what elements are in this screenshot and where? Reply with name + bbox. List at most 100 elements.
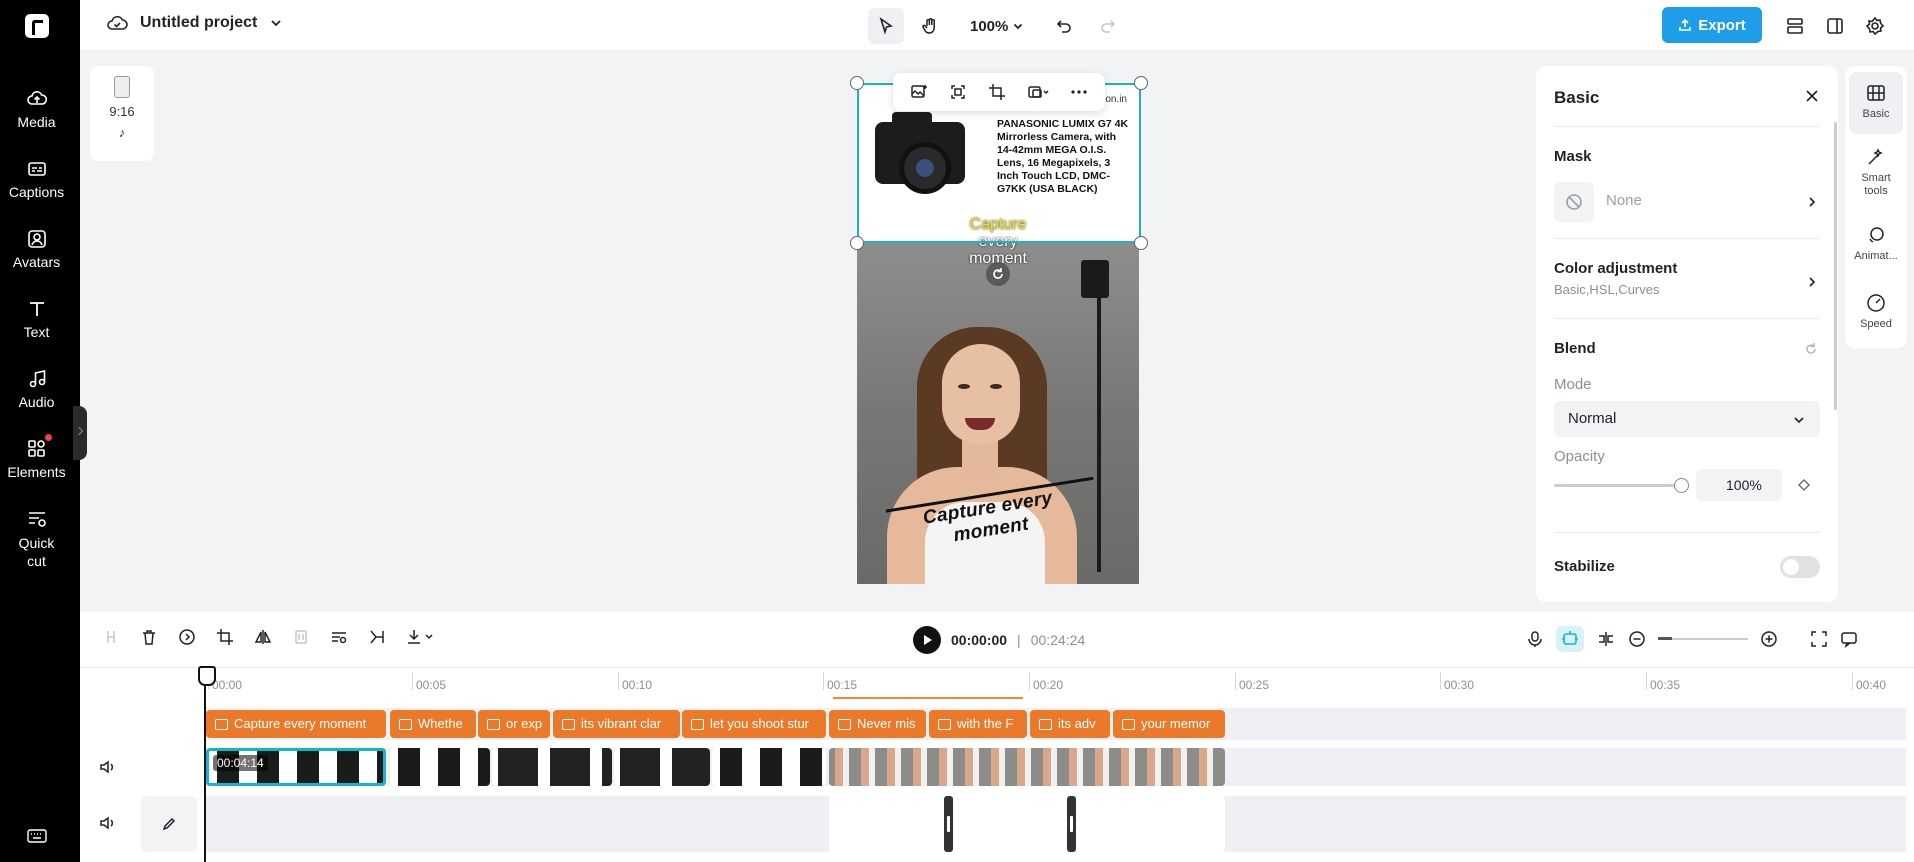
- tab-basic[interactable]: Basic: [1849, 72, 1903, 134]
- speaker-icon[interactable]: [98, 758, 116, 776]
- settings-button[interactable]: [1857, 8, 1893, 44]
- speaker-icon[interactable]: [98, 814, 116, 832]
- resize-handle-top-left[interactable]: [850, 76, 864, 90]
- adjust-icon[interactable]: [330, 628, 348, 646]
- caption-clip[interactable]: its adv: [1030, 710, 1110, 738]
- ruler-tick: 00:40: [1851, 672, 1887, 692]
- opacity-slider[interactable]: [1554, 478, 1689, 493]
- crop-icon[interactable]: [216, 628, 234, 646]
- sidebar-item-quick-cut[interactable]: Quick cut: [0, 508, 73, 570]
- select-tool-button[interactable]: [868, 8, 904, 44]
- undo-button[interactable]: [1046, 8, 1082, 44]
- tab-animation[interactable]: Animat...: [1845, 224, 1907, 262]
- feedback-icon[interactable]: [1840, 630, 1858, 648]
- video-clip[interactable]: [614, 748, 710, 786]
- sidebar-item-media[interactable]: Media: [0, 88, 73, 130]
- caption-clip[interactable]: Capture every moment: [206, 710, 386, 738]
- delete-icon[interactable]: [140, 628, 158, 646]
- transition-marker[interactable]: [944, 796, 953, 852]
- tab-smart-tools[interactable]: Smart tools: [1845, 146, 1907, 198]
- video-preview[interactable]: Capture every moment on.in PANASONIC LUM…: [857, 82, 1139, 584]
- opacity-input[interactable]: 100%: [1696, 469, 1782, 501]
- keyframe-diamond-icon[interactable]: [1798, 479, 1810, 491]
- crop-icon[interactable]: [988, 83, 1006, 101]
- resize-handle-bottom-left[interactable]: [850, 236, 864, 250]
- auto-snap-icon[interactable]: [1556, 626, 1584, 652]
- caption-clip[interactable]: or exp: [478, 710, 550, 738]
- caption-clip[interactable]: Whethe: [390, 710, 476, 738]
- sidebar-item-label: Elements: [7, 464, 66, 480]
- video-clip[interactable]: [829, 748, 1225, 786]
- fit-frame-icon[interactable]: [949, 83, 967, 101]
- project-menu[interactable]: Untitled project: [106, 14, 283, 32]
- main-video-clip[interactable]: [829, 796, 1225, 852]
- split-icon[interactable]: [102, 628, 120, 646]
- capcut-logo-icon[interactable]: [25, 14, 49, 38]
- play-button[interactable]: [913, 626, 941, 654]
- close-icon[interactable]: [1804, 88, 1820, 104]
- export-button[interactable]: Export: [1662, 7, 1762, 43]
- sidebar-item-elements[interactable]: Elements: [0, 434, 73, 480]
- mirror-icon[interactable]: [254, 628, 272, 646]
- ruler-tick: 00:35: [1645, 672, 1681, 692]
- caption-clip[interactable]: its vibrant clar: [553, 710, 680, 738]
- layers-button[interactable]: [1777, 8, 1813, 44]
- fullscreen-icon[interactable]: [1810, 630, 1828, 648]
- caption-clip[interactable]: Never mis: [829, 710, 926, 738]
- caption-clip[interactable]: let you shoot stur: [682, 710, 826, 738]
- mask-value[interactable]: None: [1606, 192, 1642, 209]
- chevron-right-icon[interactable]: [1806, 196, 1818, 208]
- playhead[interactable]: [198, 666, 216, 862]
- keyboard-shortcuts-icon[interactable]: [27, 828, 47, 844]
- resize-handle-top-right[interactable]: [1134, 76, 1148, 90]
- video-clip[interactable]: [492, 748, 612, 786]
- clip-duration: 00:04:14: [213, 755, 268, 771]
- split-link-icon[interactable]: [1596, 630, 1616, 648]
- sidebar-item-audio[interactable]: Audio: [0, 368, 73, 410]
- more-options-icon[interactable]: [1070, 83, 1088, 101]
- timeline-zoom-slider[interactable]: [1658, 637, 1748, 640]
- reverse-icon[interactable]: [178, 628, 196, 646]
- video-clip[interactable]: [390, 748, 490, 786]
- zoom-dropdown[interactable]: 100%: [970, 18, 1024, 35]
- sidebar-item-avatars[interactable]: Avatars: [0, 228, 73, 270]
- freeze-icon[interactable]: [292, 628, 310, 646]
- zoom-out-icon[interactable]: [1628, 630, 1646, 648]
- panel-layout-icon: [1825, 16, 1845, 36]
- rotate-handle[interactable]: [986, 262, 1010, 286]
- light-stand-head: [1081, 260, 1109, 298]
- blend-mode-select[interactable]: Normal: [1554, 401, 1820, 437]
- time-ruler[interactable]: 00:00 00:05 00:10 00:15 00:20 00:25 00:3…: [80, 668, 1914, 698]
- total-time: 00:24:24: [1030, 632, 1086, 648]
- sidebar-item-captions[interactable]: Captions: [0, 158, 73, 200]
- main-video-clip[interactable]: [206, 796, 386, 852]
- reset-icon[interactable]: [1804, 342, 1818, 356]
- smart-split-icon[interactable]: [368, 628, 386, 646]
- collapse-panel-handle[interactable]: [73, 406, 87, 460]
- microphone-icon[interactable]: [1526, 630, 1544, 648]
- replace-image-icon[interactable]: [910, 83, 928, 101]
- panel-scrollbar[interactable]: [1834, 122, 1837, 410]
- stabilize-toggle[interactable]: [1780, 556, 1820, 578]
- background-remove-icon[interactable]: [1027, 83, 1049, 101]
- caption-text[interactable]: Capture every moment: [957, 216, 1039, 267]
- opacity-slider-knob[interactable]: [1674, 478, 1689, 493]
- edit-cover-button[interactable]: [141, 796, 197, 852]
- download-icon[interactable]: [406, 628, 434, 646]
- redo-button[interactable]: [1090, 8, 1126, 44]
- aspect-ratio-card[interactable]: 9:16 ♪: [90, 66, 154, 161]
- video-clip[interactable]: [712, 748, 826, 786]
- caption-clip[interactable]: your memor: [1113, 710, 1225, 738]
- main-video-clip[interactable]: [390, 796, 826, 852]
- chevron-right-icon[interactable]: [1806, 276, 1818, 288]
- transition-marker[interactable]: [1067, 796, 1076, 852]
- zoom-in-icon[interactable]: [1760, 630, 1778, 648]
- layout-button[interactable]: [1817, 8, 1853, 44]
- tab-speed[interactable]: Speed: [1845, 292, 1907, 330]
- resize-handle-bottom-right[interactable]: [1134, 236, 1148, 250]
- sidebar-item-text[interactable]: Text: [0, 298, 73, 340]
- hand-tool-button[interactable]: [912, 8, 948, 44]
- color-adjustment-title[interactable]: Color adjustment: [1554, 260, 1677, 277]
- video-clip-selected[interactable]: 00:04:14: [206, 748, 386, 786]
- caption-clip[interactable]: with the F: [929, 710, 1027, 738]
